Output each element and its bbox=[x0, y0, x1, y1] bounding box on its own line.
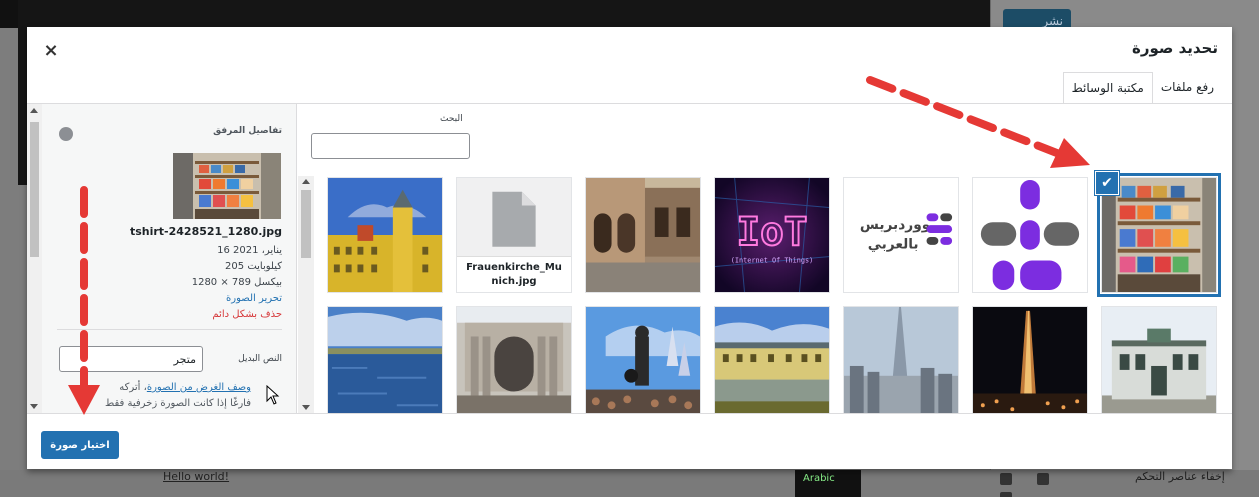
attachment-filename: tshirt-2428521_1280.jpg bbox=[129, 225, 282, 238]
media-item-yellow-palace[interactable] bbox=[327, 177, 443, 293]
wp-arabic-text: ووردبريس bbox=[860, 217, 930, 233]
search-input[interactable] bbox=[311, 133, 470, 159]
attachment-details-sidebar: تفاصيل المرفق tshirt-2428521_1280.jpg 16… bbox=[27, 104, 297, 413]
select-image-button[interactable]: اختيار صورة bbox=[41, 431, 119, 459]
media-item-ruins[interactable] bbox=[456, 306, 572, 413]
desktop-icon[interactable] bbox=[1000, 492, 1012, 497]
doc-filename: Frauenkirche_Mu nich.jpg bbox=[457, 256, 571, 292]
scroll-up-arrow-icon[interactable] bbox=[30, 108, 38, 113]
edit-image-link[interactable]: تحرير الصورة bbox=[226, 293, 282, 304]
attachment-dimensions: 1280 × 789 بيكسل bbox=[191, 277, 282, 288]
modal-footer: اختيار صورة bbox=[27, 413, 1232, 469]
language-badge: Arabic bbox=[795, 470, 861, 497]
sidebar-scrollbar[interactable] bbox=[27, 104, 42, 413]
modal-title: تحديد صورة bbox=[1131, 39, 1218, 57]
sidebar-divider bbox=[57, 329, 282, 330]
media-item-disney[interactable] bbox=[585, 306, 701, 413]
hide-controls-link[interactable]: إخفاء عناصر التحكم bbox=[1135, 470, 1225, 483]
media-item-logo-dots[interactable] bbox=[972, 177, 1088, 293]
media-item-building[interactable] bbox=[1101, 306, 1217, 413]
close-icon: × bbox=[43, 40, 59, 61]
svg-text:(Internet Of Things): (Internet Of Things) bbox=[731, 257, 814, 265]
svg-text:بالعربي: بالعربي bbox=[868, 237, 919, 253]
media-item-frauenkirche-doc[interactable]: Frauenkirche_Mu nich.jpg bbox=[456, 177, 572, 293]
media-item-wp-arabic[interactable]: ووردبريس بالعربي bbox=[843, 177, 959, 293]
delete-permanently-link[interactable]: حذف بشكل دائم bbox=[212, 309, 282, 320]
tab-media-library[interactable]: مكتبة الوسائط bbox=[1062, 72, 1153, 104]
device-preview-icons bbox=[1000, 470, 1100, 497]
scroll-up-arrow-icon[interactable] bbox=[302, 179, 310, 184]
spinner-icon bbox=[59, 127, 73, 141]
close-button[interactable]: × bbox=[40, 40, 62, 62]
scrollbar-thumb[interactable] bbox=[30, 122, 39, 257]
checkmark-icon[interactable]: ✔ bbox=[1095, 171, 1119, 195]
svg-text:IoT: IoT bbox=[737, 210, 808, 255]
help-text-1: ، أتركه bbox=[119, 382, 147, 393]
media-item-burj[interactable] bbox=[843, 306, 959, 413]
media-modal: تحديد صورة × رفع ملفات مكتبة الوسائط تفا… bbox=[27, 27, 1232, 469]
attachment-details-heading: تفاصيل المرفق bbox=[213, 126, 282, 136]
scroll-down-arrow-icon[interactable] bbox=[30, 404, 38, 409]
mouse-cursor-icon bbox=[266, 385, 280, 405]
scrollbar-thumb[interactable] bbox=[301, 190, 311, 258]
help-text-2: فارغًا إذا كانت الصورة زخرفية فقط bbox=[105, 398, 251, 409]
hello-world-link[interactable]: Hello world! bbox=[163, 470, 229, 483]
media-item-street[interactable] bbox=[585, 177, 701, 293]
alt-text-purpose-link[interactable]: وصف الغرض من الصورة bbox=[147, 382, 251, 393]
tab-upload-files[interactable]: رفع ملفات bbox=[1153, 72, 1222, 104]
alt-text-input[interactable] bbox=[59, 346, 203, 372]
tablet-icon[interactable] bbox=[1037, 473, 1049, 485]
media-library-content: البحث ✔ ووردبريس بالعربي IoT (Internet O… bbox=[298, 104, 1232, 413]
mobile-icon[interactable] bbox=[1000, 473, 1012, 485]
alt-text-label: النص البديل bbox=[238, 354, 282, 364]
attachment-thumbnail bbox=[173, 153, 281, 219]
publish-label: نشر bbox=[1042, 14, 1063, 28]
media-item-night-tower[interactable] bbox=[972, 306, 1088, 413]
attachment-date: 16 يناير، 2021 bbox=[217, 245, 282, 256]
alt-text-help: وصف الغرض من الصورة، أتركه فارغًا إذا كا… bbox=[71, 380, 251, 412]
scroll-down-arrow-icon[interactable] bbox=[302, 405, 310, 410]
grid-scrollbar[interactable] bbox=[298, 176, 314, 413]
search-label: البحث bbox=[440, 114, 463, 124]
media-item-sea[interactable] bbox=[327, 306, 443, 413]
media-item-palace-water[interactable] bbox=[714, 306, 830, 413]
attachment-size: 205 كيلوبايت bbox=[225, 261, 282, 272]
media-item-iot[interactable]: IoT (Internet Of Things) bbox=[714, 177, 830, 293]
modal-tabs: رفع ملفات مكتبة الوسائط bbox=[1062, 72, 1222, 104]
